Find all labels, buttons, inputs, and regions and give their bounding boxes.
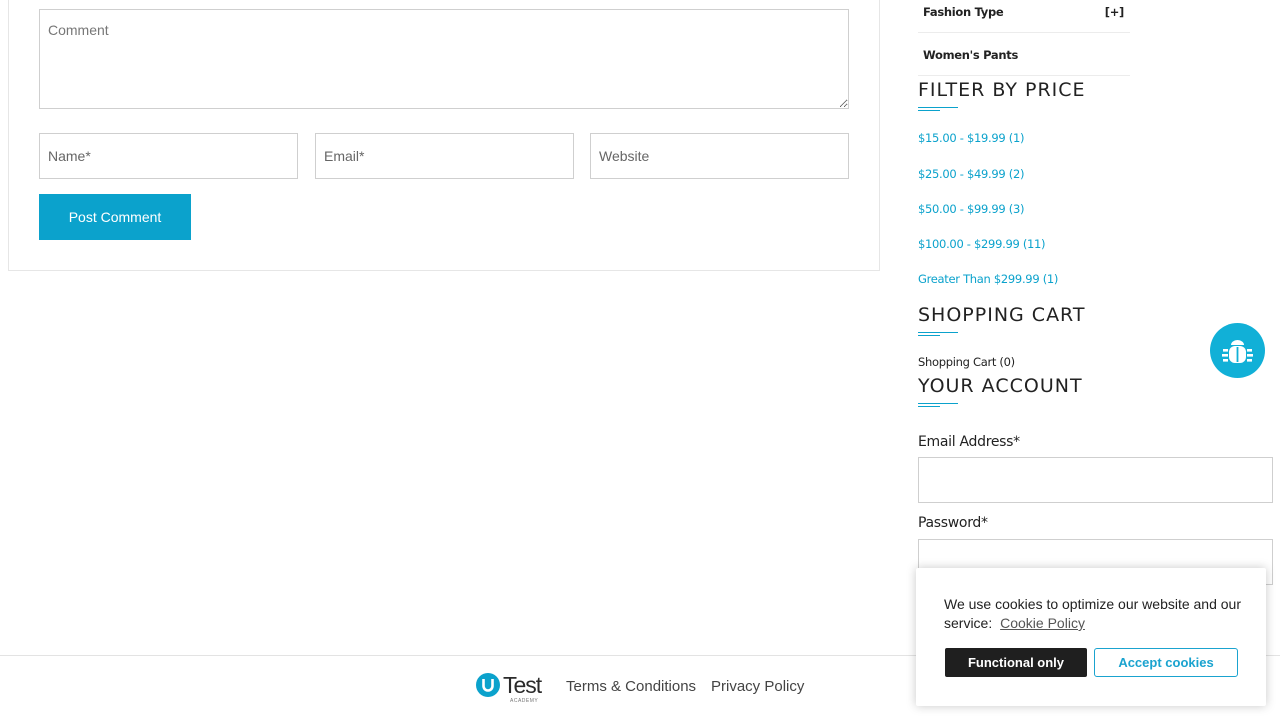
logo-subtitle: ACADEMY [510,698,539,704]
cookie-message: We use cookies to optimize our website a… [944,595,1244,633]
password-label: Password* [918,515,988,531]
your-account-title: YOUR ACCOUNT [918,375,1083,397]
logo-wordmark: Test [503,672,542,698]
accept-cookies-button[interactable]: Accept cookies [1094,648,1238,677]
price-range-link[interactable]: $50.00 - $99.99 (3) [918,202,1024,216]
price-range-link[interactable]: $25.00 - $49.99 (2) [918,167,1024,181]
shopping-cart-title: SHOPPING CART [918,304,1086,326]
email-input[interactable] [315,133,574,179]
category-fashion-type[interactable]: Fashion Type [+] [918,0,1130,33]
cookie-policy-link[interactable]: Cookie Policy [1000,615,1085,631]
price-range-link[interactable]: Greater Than $299.99 (1) [918,272,1058,286]
privacy-policy-link[interactable]: Privacy Policy [711,678,804,695]
price-range-link[interactable]: $15.00 - $19.99 (1) [918,131,1024,145]
email-address-label: Email Address* [918,434,1020,450]
cookie-banner: We use cookies to optimize our website a… [916,568,1266,706]
bug-report-button[interactable] [1210,323,1265,378]
bug-icon [1222,340,1253,363]
shopping-cart-link[interactable]: Shopping Cart (0) [918,355,1015,369]
title-underline [918,107,958,111]
website-input[interactable] [590,133,849,179]
category-label: Women's Pants [923,48,1019,62]
terms-conditions-link[interactable]: Terms & Conditions [566,678,696,695]
filter-by-price-title: FILTER BY PRICE [918,79,1086,101]
functional-only-button[interactable]: Functional only [945,648,1087,677]
title-underline [918,332,958,336]
comment-textarea[interactable] [39,9,849,109]
expand-toggle[interactable]: [+] [1105,5,1125,19]
post-comment-button[interactable]: Post Comment [39,194,191,240]
utest-academy-logo[interactable]: Test ACADEMY [476,671,548,705]
price-range-link[interactable]: $100.00 - $299.99 (11) [918,237,1046,251]
category-womens-pants[interactable]: Women's Pants [918,33,1130,76]
title-underline [918,403,958,407]
account-email-input[interactable] [918,457,1273,503]
name-input[interactable] [39,133,298,179]
cookie-text: We use cookies to optimize our website a… [944,596,1242,631]
category-label: Fashion Type [923,5,1004,19]
